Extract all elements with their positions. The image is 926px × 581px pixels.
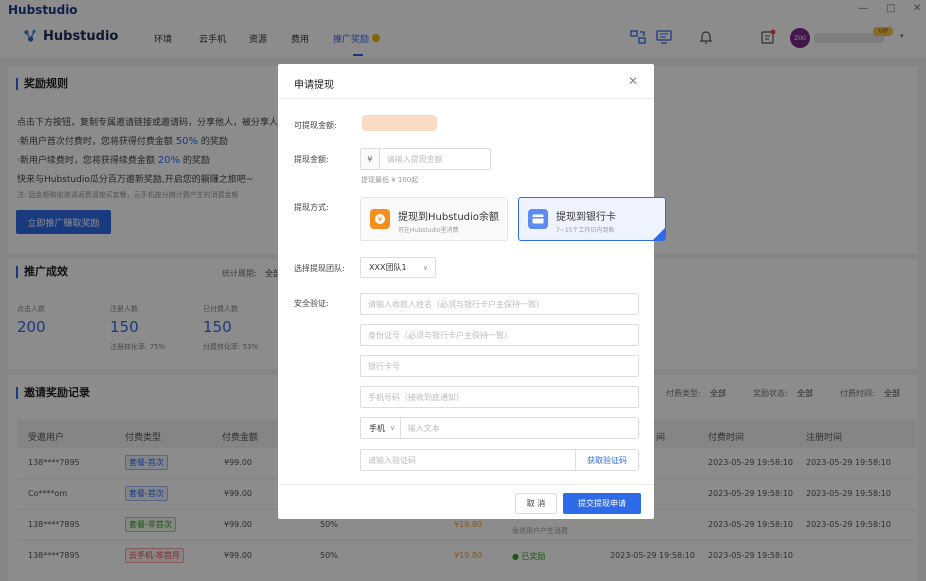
method-balance[interactable]: ¥ 提现到Hubstudio余额 可在Hubstudio里消费 <box>360 197 508 241</box>
available-amount-blurred <box>362 115 437 131</box>
team-label: 选择提现团队: <box>294 264 345 273</box>
contact-field[interactable]: 手机 ∨ <box>360 417 639 439</box>
phone-field[interactable] <box>360 386 639 408</box>
currency-prefix: ¥ <box>361 149 380 169</box>
contact-type-select[interactable]: 手机 ∨ <box>361 418 401 438</box>
method-bankcard-desc: 7~15个工作日内到账 <box>556 227 615 234</box>
method-bankcard-title: 提现到银行卡 <box>556 212 616 223</box>
min-hint: 提现最低 ¥ 100起 <box>361 176 419 184</box>
wallet-icon: ¥ <box>370 209 390 229</box>
amount-input[interactable] <box>379 149 490 169</box>
team-select-value: XXX团队1 <box>369 263 407 272</box>
chevron-down-icon: ∨ <box>390 424 396 432</box>
verify-label: 安全验证: <box>294 299 329 308</box>
get-code-button[interactable]: 获取验证码 <box>575 450 638 470</box>
svg-text:¥: ¥ <box>378 216 383 224</box>
id-input[interactable] <box>361 325 638 345</box>
contact-input[interactable] <box>400 418 638 438</box>
name-field[interactable] <box>360 293 639 315</box>
bank-card-icon <box>528 209 548 229</box>
amount-label: 提现金额: <box>294 155 329 164</box>
selected-check-icon <box>653 228 665 240</box>
code-field[interactable]: 获取验证码 <box>360 449 639 471</box>
code-input[interactable] <box>361 450 575 470</box>
submit-button[interactable]: 提交提现申请 <box>563 493 641 514</box>
method-balance-title: 提现到Hubstudio余额 <box>398 212 499 223</box>
id-field[interactable] <box>360 324 639 346</box>
team-select[interactable]: XXX团队1 ∨ <box>360 257 436 278</box>
bank-field[interactable] <box>360 355 639 377</box>
method-bankcard[interactable]: 提现到银行卡 7~15个工作日内到账 <box>518 197 666 241</box>
modal-title: 申请提现 <box>294 80 334 91</box>
modal-divider <box>278 484 654 485</box>
app-window: Hubstudio — □ ✕ Hubstudio 环境 云手机 资源 费用 推… <box>0 0 926 581</box>
modal-divider <box>278 98 654 99</box>
name-input[interactable] <box>361 294 638 314</box>
method-balance-desc: 可在Hubstudio里消费 <box>398 227 459 234</box>
bank-card-input[interactable] <box>361 356 638 376</box>
cancel-button[interactable]: 取 消 <box>515 493 557 514</box>
contact-type-value: 手机 <box>369 423 385 433</box>
amount-field[interactable]: ¥ <box>360 148 491 170</box>
chevron-down-icon: ∨ <box>422 263 428 272</box>
close-icon[interactable]: ✕ <box>628 74 638 88</box>
phone-input[interactable] <box>361 387 638 407</box>
method-label: 提现方式: <box>294 203 329 212</box>
available-label: 可提现金额: <box>294 121 337 130</box>
withdraw-modal: 申请提现 ✕ 可提现金额: 提现金额: ¥ 提现最低 ¥ 100起 提现方式: … <box>278 64 666 519</box>
